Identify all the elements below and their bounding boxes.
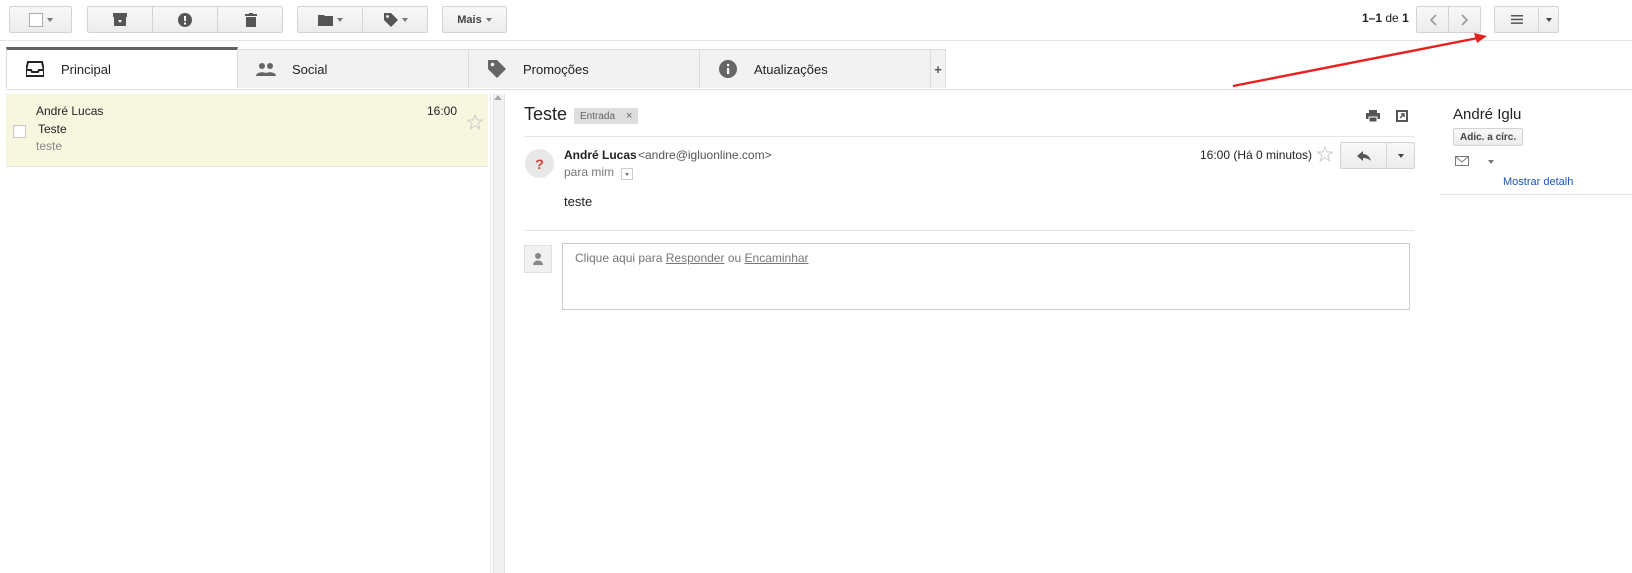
sender-name[interactable]: André Lucas: [564, 148, 637, 162]
forward-link[interactable]: Encaminhar: [745, 251, 809, 265]
pagination-info: 1–1 de 1: [1362, 11, 1409, 25]
spam-icon: [178, 12, 192, 27]
sender-email: <andre@igluonline.com>: [638, 148, 772, 162]
more-button[interactable]: Mais: [442, 6, 507, 33]
message-time: 16:00: [427, 104, 458, 118]
pagination-range: 1–1: [1362, 11, 1383, 25]
people-icon: [254, 57, 278, 81]
person-icon: [533, 253, 543, 265]
recipient-details-button[interactable]: [621, 168, 633, 180]
move-to-button[interactable]: [298, 7, 363, 32]
show-details-link[interactable]: Mostrar detalh: [1503, 176, 1573, 188]
archive-icon: [113, 13, 127, 26]
chevron-down-icon: [485, 17, 492, 22]
row-checkbox[interactable]: [13, 125, 26, 138]
recipient-label: para mim: [564, 165, 615, 179]
chevron-down-icon: [401, 17, 408, 22]
chevron-down-icon: [336, 17, 343, 22]
tag-icon: [383, 12, 398, 27]
label-chip-text: Entrada: [580, 110, 616, 122]
email-body: teste: [564, 194, 593, 209]
star-icon[interactable]: [1317, 146, 1333, 162]
question-icon: ?: [535, 155, 544, 172]
checkbox-icon: [28, 12, 43, 27]
tab-social[interactable]: Social: [237, 49, 469, 88]
message-subject: Teste: [38, 122, 67, 136]
chevron-left-icon: [1429, 13, 1437, 26]
message-snippet: teste: [36, 139, 63, 153]
chevron-right-icon: [1461, 13, 1469, 26]
pagination-of: de: [1385, 11, 1399, 25]
pagination-total: 1: [1402, 11, 1409, 25]
add-tab-label: +: [934, 61, 942, 77]
chevron-down-icon: [1546, 17, 1552, 22]
category-tabs: Principal Social Promoções Atualizações …: [6, 47, 1632, 90]
body-divider: [524, 230, 1414, 231]
reply-or: ou: [727, 251, 742, 265]
user-avatar: [524, 245, 552, 273]
split-pane-button-group: [1494, 6, 1559, 33]
labels-button[interactable]: [363, 7, 428, 32]
tab-label: Principal: [61, 61, 111, 77]
tab-principal[interactable]: Principal: [6, 47, 238, 88]
inbox-icon: [23, 57, 47, 81]
chevron-down-icon: [625, 172, 629, 176]
trash-icon: [244, 12, 257, 27]
folder-icon: [317, 14, 333, 26]
print-icon[interactable]: [1366, 110, 1380, 122]
splitter-grip-icon: [494, 95, 502, 100]
reply-button-group: [1340, 142, 1415, 169]
report-spam-button[interactable]: [153, 7, 218, 32]
chevron-down-icon[interactable]: [1488, 160, 1494, 164]
contact-card-divider: [1440, 194, 1632, 195]
contact-name: André Iglu: [1453, 106, 1522, 123]
archive-button[interactable]: [88, 7, 153, 32]
avatar: ?: [525, 149, 554, 178]
reply-prefix: Clique aqui para: [575, 251, 663, 265]
tab-label: Social: [292, 61, 328, 77]
star-icon[interactable]: [467, 114, 483, 130]
sender-name: André Lucas: [36, 104, 104, 118]
pane-splitter[interactable]: [492, 94, 506, 573]
tag-icon: [485, 57, 509, 81]
tab-atualizacoes[interactable]: Atualizações: [699, 49, 931, 88]
chevron-down-icon: [1398, 153, 1404, 158]
tab-label: Promoções: [523, 61, 589, 77]
delete-button[interactable]: [218, 7, 283, 32]
email-subject: Teste: [524, 104, 568, 124]
add-to-circles-button[interactable]: Adic. a círc.: [1453, 128, 1524, 146]
label-button-group: [297, 6, 428, 33]
reply-button[interactable]: [1341, 143, 1387, 168]
info-icon: [716, 57, 740, 81]
splitter-bar[interactable]: [493, 94, 505, 573]
split-pane-toggle-button[interactable]: [1495, 7, 1539, 32]
reply-box[interactable]: Clique aqui para Responder ou Encaminhar: [562, 243, 1410, 310]
remove-label-button[interactable]: ×: [626, 110, 632, 122]
add-tab-button[interactable]: +: [930, 49, 946, 88]
new-window-icon[interactable]: [1396, 110, 1408, 122]
split-pane-dropdown-button[interactable]: [1539, 7, 1559, 32]
tab-label: Atualizações: [754, 61, 828, 77]
chevron-down-icon: [46, 17, 53, 22]
menu-lines-icon: [1510, 15, 1523, 24]
reading-pane: Teste Entrada × ? André Lucas <andre@igl…: [510, 94, 1415, 573]
tab-promocoes[interactable]: Promoções: [468, 49, 700, 88]
more-actions-button[interactable]: [1387, 143, 1415, 168]
reply-link[interactable]: Responder: [666, 251, 725, 265]
more-button-label: Mais: [457, 13, 482, 26]
mail-icon[interactable]: [1455, 156, 1469, 166]
select-dropdown-button[interactable]: [9, 6, 72, 33]
reply-icon: [1356, 150, 1371, 161]
email-timestamp: 16:00 (Há 0 minutos): [1200, 148, 1313, 162]
message-list: André Lucas 16:00 Teste teste: [6, 94, 491, 573]
list-item[interactable]: André Lucas 16:00 Teste teste: [6, 94, 488, 167]
subject-divider: [524, 136, 1414, 137]
label-chip: Entrada ×: [574, 108, 639, 124]
action-button-group: [87, 6, 283, 33]
